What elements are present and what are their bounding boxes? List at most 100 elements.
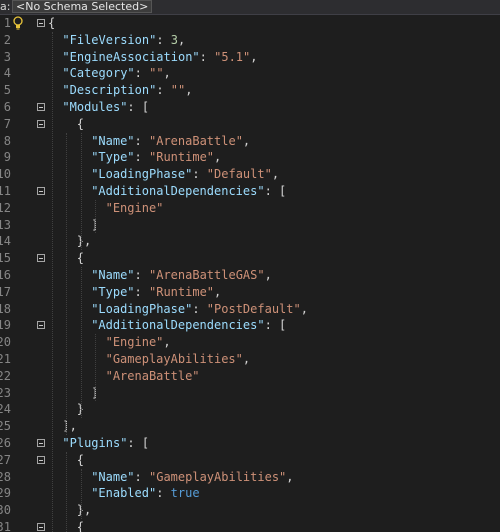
code-line[interactable]: {: [77, 519, 84, 532]
code-token: :: [134, 150, 149, 165]
code-token: :: [192, 167, 207, 182]
code-line[interactable]: "Type": "Runtime",: [91, 284, 221, 301]
code-token: :: [192, 301, 207, 316]
line-number: 5: [3, 83, 11, 98]
code-line[interactable]: {: [77, 250, 84, 267]
collapse-toggle-icon[interactable]: [37, 103, 45, 111]
line-number: 11: [0, 184, 11, 198]
code-line[interactable]: "Plugins": [: [62, 435, 149, 452]
code-token: "ArenaBattleGAS": [149, 268, 265, 282]
collapse-toggle-icon[interactable]: [37, 439, 45, 447]
collapse-toggle-icon[interactable]: [37, 119, 45, 128]
line-number: 14: [0, 234, 11, 249]
code-token: "Category": [62, 66, 135, 81]
code-line[interactable]: "FileVersion": 3,: [62, 32, 185, 49]
collapse-toggle-icon[interactable]: [37, 523, 45, 531]
line-number: 25: [0, 419, 11, 434]
code-token: "LoadingPhase": [91, 301, 193, 316]
code-token: ,: [185, 83, 193, 98]
indent-guide: [52, 31, 53, 532]
line-number: 24: [0, 402, 11, 417]
code-token: 3: [170, 32, 178, 47]
code-token: "5.1": [214, 49, 251, 64]
line-number: 8: [3, 133, 11, 148]
code-line[interactable]: "AdditionalDependencies": [: [91, 183, 286, 200]
line-number: 19: [0, 318, 11, 333]
code-line[interactable]: "Category": "",: [62, 65, 170, 82]
code-line[interactable]: "EngineAssociation": "5.1",: [62, 49, 257, 66]
code-line[interactable]: "Enabled": true: [91, 485, 199, 502]
schema-bar: a: <No Schema Selected>: [0, 0, 500, 15]
code-token: },: [76, 234, 92, 249]
line-number: 6: [3, 100, 11, 114]
schema-label: a:: [0, 0, 11, 13]
line-number: 1: [3, 16, 11, 30]
code-token: ,: [286, 469, 294, 484]
code-line[interactable]: {: [48, 15, 55, 32]
indent-guide: [80, 132, 82, 251]
code-line[interactable]: "Engine",: [106, 334, 171, 351]
indent-guide: [95, 334, 97, 402]
indent-guide: [66, 451, 68, 532]
code-token: ,: [178, 32, 186, 47]
line-number: 23: [0, 385, 11, 400]
code-line[interactable]: "Name": "GameplayAbilities",: [91, 469, 293, 486]
code-token: "Name": [91, 469, 135, 484]
line-number: 16: [0, 268, 11, 282]
code-token: "": [149, 66, 164, 81]
code-token: ,: [264, 268, 272, 282]
code-token: : [: [127, 100, 150, 114]
code-token: ,: [214, 150, 222, 165]
line-number: 28: [0, 469, 11, 484]
code-line[interactable]: },: [77, 233, 91, 250]
code-line[interactable]: "AdditionalDependencies": [: [91, 317, 286, 334]
line-number: 4: [3, 66, 11, 81]
code-line[interactable]: ],: [62, 418, 76, 435]
code-token: "": [170, 83, 186, 98]
code-token: :: [156, 83, 171, 98]
line-number: 9: [3, 150, 11, 165]
line-number: 30: [0, 503, 11, 518]
code-token: "Name": [91, 268, 135, 282]
collapse-toggle-icon[interactable]: [37, 455, 45, 464]
code-token: "EngineAssociation": [62, 49, 200, 64]
code-token: "Runtime": [149, 284, 215, 299]
code-token: : [: [264, 318, 287, 333]
line-number: 15: [0, 251, 11, 266]
code-token: },: [76, 503, 92, 518]
code-token: :: [199, 49, 215, 64]
line-number: 3: [3, 49, 11, 64]
code-line[interactable]: {: [77, 452, 84, 469]
code-line[interactable]: "Name": "ArenaBattleGAS",: [91, 267, 272, 284]
collapse-toggle-icon[interactable]: [37, 254, 45, 263]
code-line[interactable]: {: [77, 116, 84, 133]
code-editor[interactable]: 1{2 "FileVersion": 3, 3 "EngineAssociation"…: [0, 15, 500, 532]
collapse-toggle-icon[interactable]: [37, 187, 45, 195]
lightbulb-icon[interactable]: [12, 16, 24, 30]
code-line[interactable]: "Engine": [106, 200, 164, 217]
indent-guide: [80, 468, 82, 519]
collapse-toggle-icon[interactable]: [37, 321, 45, 330]
code-line[interactable]: "Description": "",: [62, 82, 192, 99]
line-number: 12: [0, 200, 11, 215]
code-line[interactable]: "ArenaBattle": [106, 368, 200, 385]
line-number: 31: [0, 520, 11, 532]
code-token: :: [156, 486, 171, 501]
code-line[interactable]: "Modules": [: [62, 99, 149, 116]
schema-dropdown[interactable]: <No Schema Selected>: [12, 0, 153, 13]
collapse-toggle-icon[interactable]: [37, 19, 45, 27]
code-token: ,: [242, 133, 251, 148]
code-line[interactable]: "GameplayAbilities",: [106, 351, 251, 368]
code-token: :: [134, 284, 149, 299]
code-token: ,: [300, 301, 308, 316]
code-token: "Engine": [105, 200, 164, 215]
code-token: : [: [264, 184, 287, 198]
line-number: 17: [0, 284, 11, 299]
code-token: ,: [163, 66, 171, 81]
code-line[interactable]: "LoadingPhase": "PostDefault",: [91, 301, 308, 318]
code-line[interactable]: "Name": "ArenaBattle",: [91, 133, 250, 150]
code-token: "Enabled": [91, 486, 157, 501]
code-line[interactable]: "Type": "Runtime",: [91, 149, 221, 166]
code-line[interactable]: },: [77, 502, 91, 519]
code-line[interactable]: "LoadingPhase": "Default",: [91, 166, 279, 183]
